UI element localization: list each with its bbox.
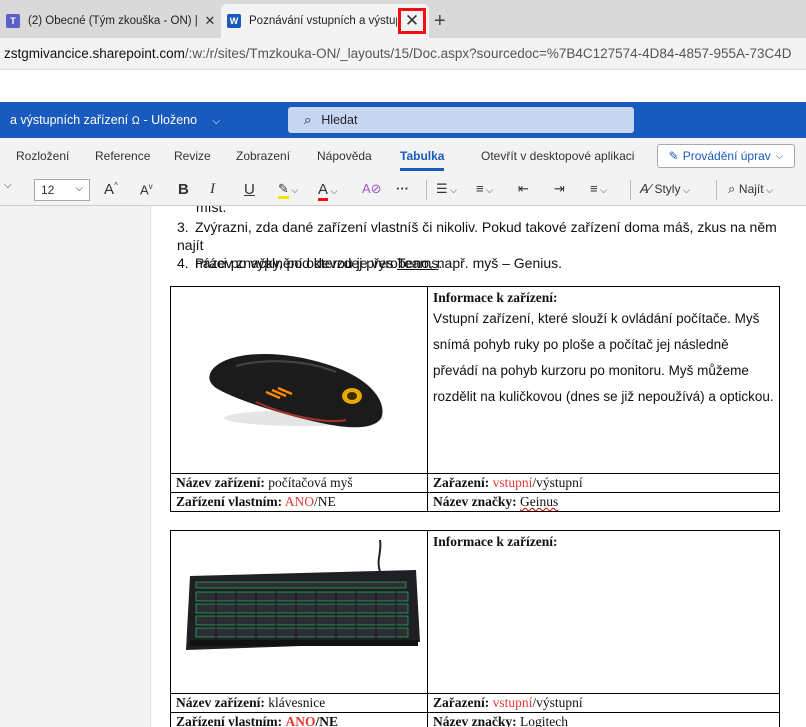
chevron-down-icon: ⌵: [75, 183, 83, 194]
tab-teams[interactable]: T (2) Obecné (Tým zkouška - ON) | Micros…: [0, 6, 220, 36]
styles-button[interactable]: A∕ Styly ⌵: [640, 181, 690, 196]
divider: [716, 180, 717, 200]
image-cell: [170, 530, 428, 694]
tab-zobrazeni[interactable]: Zobrazení: [236, 149, 290, 163]
brand-value: Logitech: [519, 714, 568, 727]
word-title-bar: a výstupních zařízení Ω - Uloženo ⌵ ⌕ Hl…: [0, 102, 806, 138]
spacer: [0, 70, 806, 102]
teams-link[interactable]: Teams: [397, 255, 438, 271]
tab-rozlozeni[interactable]: Rozložení: [16, 149, 69, 163]
classification-cell: Zařazení: vstupní/výstupní: [427, 473, 780, 493]
open-desktop-app-button[interactable]: Otevřít v desktopové aplikaci: [481, 149, 634, 163]
tab-tabulka[interactable]: Tabulka: [400, 149, 445, 171]
word-icon: W: [227, 14, 241, 28]
shrink-font-button[interactable]: Av: [140, 182, 153, 197]
device-card-mouse: Informace k zařízení: Vstupní zařízení, …: [170, 286, 780, 512]
owned-cell: Zařízení vlastním: ANO/NE: [170, 712, 428, 727]
browser-tab-strip: T (2) Obecné (Tým zkouška - ON) | Micros…: [0, 0, 806, 38]
url-host: zstgmivancice.sharepoint.com: [4, 46, 185, 61]
info-title: Informace k zařízení:: [433, 534, 558, 549]
font-color-button[interactable]: A ⌵: [318, 181, 337, 201]
underline-button[interactable]: U: [244, 181, 255, 198]
device-name-value: klávesnice: [268, 695, 326, 710]
address-bar[interactable]: zstgmivancice.sharepoint.com/:w:/r/sites…: [0, 38, 806, 70]
pencil-icon: ✎: [668, 149, 679, 163]
numbering-icon[interactable]: ≡ ⌵: [476, 181, 493, 196]
bullets-icon[interactable]: ☰ ⌵: [436, 181, 457, 197]
image-cell: [170, 286, 428, 474]
tab-reference[interactable]: Reference: [95, 149, 150, 163]
ribbon-tabs: Rozložení Reference Revize Zobrazení Náp…: [0, 138, 806, 174]
close-icon[interactable]: ✕: [200, 13, 220, 29]
new-tab-button[interactable]: +: [434, 10, 446, 33]
page-edge: [150, 206, 151, 727]
document-canvas[interactable]: míst. 3. Zvýrazni, zda dané zařízení vlas…: [0, 206, 806, 727]
divider: [630, 180, 631, 200]
font-size-select[interactable]: 12 ⌵: [34, 179, 90, 201]
font-name-dropdown-chevron-icon[interactable]: ⌵: [4, 180, 12, 191]
search-icon: ⌕: [304, 112, 312, 127]
list-item-4: 4. Práci po vyplnění odevzdej přes Teams.: [177, 255, 443, 271]
owned-cell: Zařízení vlastním: ANO/NE: [170, 492, 428, 512]
tab-word-document[interactable]: W Poznávání vstupních a výstupních zaříz…: [221, 4, 429, 38]
close-tab-button[interactable]: ✕: [398, 8, 426, 34]
tab-napoveda[interactable]: Nápověda: [317, 149, 372, 163]
people-icon: Ω: [131, 115, 141, 127]
decrease-indent-icon[interactable]: ⇤: [518, 181, 529, 197]
search-icon: ⌕: [728, 181, 736, 196]
tab-revize[interactable]: Revize: [174, 149, 211, 163]
tab-title: (2) Obecné (Tým zkouška - ON) | Microsof…: [28, 15, 200, 27]
info-cell: Informace k zařízení:: [427, 530, 780, 694]
gaming-keyboard-image: [186, 539, 420, 650]
formatting-toolbar: ⌵ 12 ⌵ A^ Av B I U ✎ ⌵ A ⌵ A⊘ ··· ☰ ⌵ ≡ …: [0, 174, 806, 206]
brand-value: Geinus: [519, 494, 559, 509]
highlight-color-button[interactable]: ✎ ⌵: [278, 181, 298, 199]
clear-formatting-icon[interactable]: A⊘: [362, 181, 382, 197]
tab-title: Poznávání vstupních a výstupních zařízen…: [249, 15, 397, 27]
device-name-value: počítačová myš: [268, 475, 353, 490]
device-name-cell: Název zařízení: počítačová myš: [170, 473, 428, 493]
url-path: /:w:/r/sites/Tmzkouka-ON/_layouts/15/Doc…: [184, 46, 792, 61]
increase-indent-icon[interactable]: ⇥: [554, 181, 565, 197]
info-title: Informace k zařízení:: [433, 290, 558, 305]
bold-button[interactable]: B: [178, 181, 189, 198]
brand-cell: Název značky: Geinus: [427, 492, 780, 512]
device-name-cell: Název zařízení: klávesnice: [170, 693, 428, 713]
search-box[interactable]: ⌕ Hledat: [288, 107, 634, 133]
chevron-down-icon: ⌵: [775, 150, 784, 162]
gaming-mouse-image: [209, 353, 384, 428]
document-title[interactable]: a výstupních zařízení Ω - Uloženo ⌵: [10, 113, 220, 127]
highlighter-icon: ✎: [278, 181, 289, 199]
align-icon[interactable]: ≡ ⌵: [590, 181, 607, 196]
styles-icon: A∕: [640, 181, 651, 196]
brand-cell: Název značky: Logitech: [427, 712, 780, 727]
teams-icon: T: [6, 14, 20, 28]
info-text: Vstupní zařízení, které slouží k ovládán…: [433, 311, 774, 404]
device-card-keyboard: Informace k zařízení: Název zařízení: kl…: [170, 530, 780, 727]
divider: [426, 180, 427, 200]
search-placeholder: Hledat: [321, 113, 358, 127]
cut-off-line: míst.: [196, 206, 227, 215]
find-button[interactable]: ⌕ Najít ⌵: [728, 181, 773, 197]
classification-cell: Zařazení: vstupní/výstupní: [427, 693, 780, 713]
more-options-button[interactable]: ···: [396, 181, 409, 196]
info-cell: Informace k zařízení: Vstupní zařízení, …: [427, 286, 780, 474]
grow-font-button[interactable]: A^: [104, 181, 118, 198]
italic-button[interactable]: I: [210, 181, 215, 198]
page-gutter: [0, 206, 150, 727]
chevron-down-icon: ⌵: [212, 116, 221, 127]
editing-mode-button[interactable]: ✎ Provádění úprav ⌵: [657, 144, 795, 168]
